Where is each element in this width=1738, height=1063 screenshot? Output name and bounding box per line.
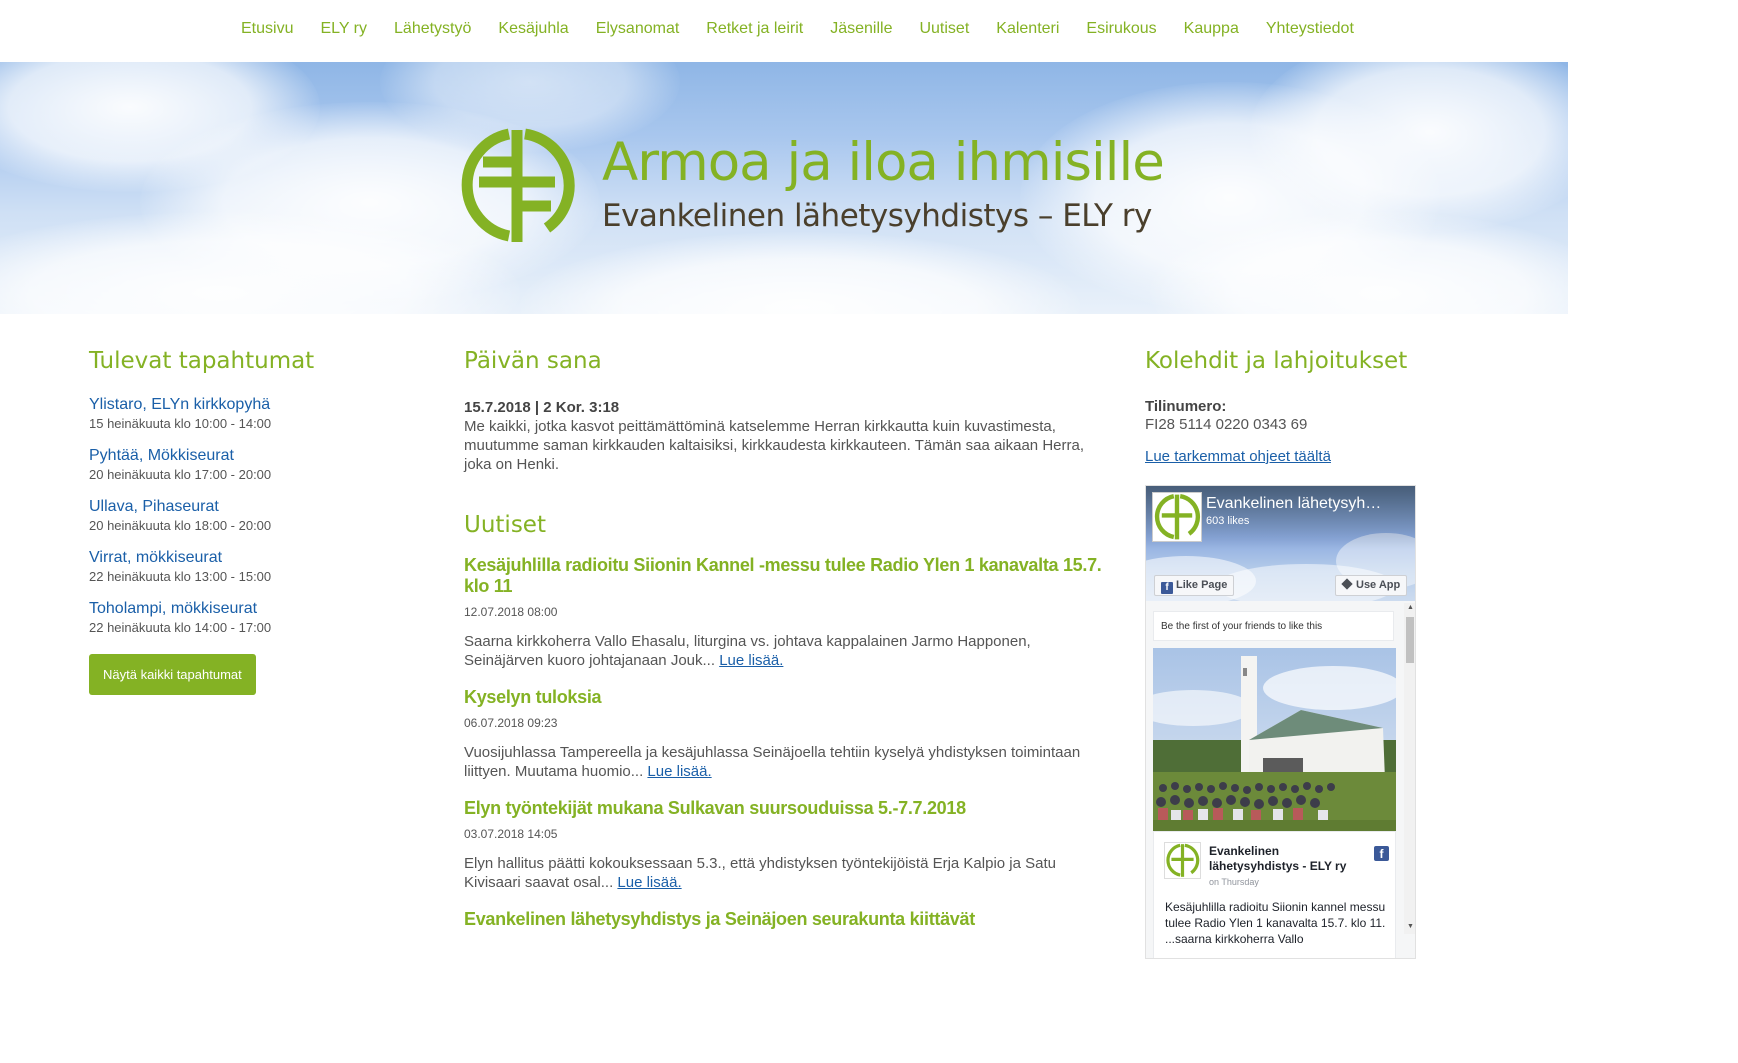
donation-instructions-link[interactable]: Lue tarkemmat ohjeet täältä — [1145, 448, 1417, 465]
news-excerpt: Vuosijuhlassa Tampereella ja kesäjuhlass… — [464, 743, 1114, 781]
nav-item-kesajuhla[interactable]: Kesäjuhla — [498, 20, 568, 38]
main-content: Päivän sana 15.7.2018 | 2 Kor. 3:18 Me k… — [464, 348, 1114, 930]
read-more-link[interactable]: Lue lisää. — [617, 874, 681, 891]
event-link[interactable]: Virrat, mökkiseurat — [89, 549, 409, 567]
nav-item-uutiset[interactable]: Uutiset — [919, 20, 969, 38]
event-item: Ylistaro, ELYn kirkkopyhä 15 heinäkuuta … — [89, 396, 409, 447]
scroll-up-arrow-icon[interactable]: ▲ — [1407, 604, 1414, 611]
show-all-events-button[interactable]: Näytä kaikki tapahtumat — [89, 654, 256, 695]
site-subtitle: Evankelinen lähetysyhdistys – ELY ry — [602, 198, 1152, 234]
events-heading: Tulevat tapahtumat — [89, 348, 315, 374]
news-item: Kesäjuhlilla radioitu Siionin Kannel -me… — [464, 555, 1114, 670]
facebook-like-count: 603 likes — [1206, 515, 1250, 527]
nav-item-elysanomat[interactable]: Elysanomat — [596, 20, 680, 38]
news-item: Kyselyn tuloksia 06.07.2018 09:23 Vuosij… — [464, 687, 1114, 781]
ely-cross-logo-icon — [1166, 843, 1200, 877]
ely-cross-logo-icon — [1154, 494, 1201, 540]
event-time: 22 heinäkuuta klo 14:00 - 17:00 — [89, 620, 272, 635]
verse-text: Me kaikki, jotka kasvot peittämättöminä … — [464, 418, 1084, 473]
upcoming-events: Tulevat tapahtumat Ylistaro, ELYn kirkko… — [89, 348, 409, 695]
news-item: Elyn työntekijät mukana Sulkavan suursou… — [464, 798, 1114, 892]
news-excerpt: Saarna kirkkoherra Vallo Ehasalu, liturg… — [464, 632, 1114, 670]
account-number: FI28 5114 0220 0343 69 — [1145, 416, 1308, 433]
news-date: 06.07.2018 09:23 — [464, 716, 558, 730]
news-date: 12.07.2018 08:00 — [464, 605, 558, 619]
news-title-link[interactable]: Kyselyn tuloksia — [464, 687, 1114, 708]
nav-item-lahetystyo[interactable]: Lähetystyö — [394, 20, 471, 38]
event-link[interactable]: Toholampi, mökkiseurat — [89, 600, 409, 618]
event-item: Ullava, Pihaseurat 20 heinäkuuta klo 18:… — [89, 498, 409, 549]
ely-cross-logo-icon[interactable] — [457, 126, 577, 246]
facebook-post-author[interactable]: Evankelinen lähetysyhdistys - ELY ry — [1209, 844, 1369, 874]
scroll-thumb[interactable] — [1406, 617, 1414, 663]
nav-item-esirukous[interactable]: Esirukous — [1086, 20, 1156, 38]
scroll-down-arrow-icon[interactable]: ▼ — [1407, 923, 1414, 930]
nav-menu: Etusivu ELY ry Lähetystyö Kesäjuhla Elys… — [241, 20, 1381, 38]
donations-section: Kolehdit ja lahjoitukset Tilinumero: FI2… — [1145, 348, 1417, 465]
news-title-link[interactable]: Evankelinen lähetysyhdistys ja Seinäjoen… — [464, 909, 1114, 930]
nav-item-ely-ry[interactable]: ELY ry — [320, 20, 367, 38]
events-list: Ylistaro, ELYn kirkkopyhä 15 heinäkuuta … — [89, 396, 409, 651]
news-item: Evankelinen lähetysyhdistys ja Seinäjoen… — [464, 909, 1114, 930]
event-time: 20 heinäkuuta klo 18:00 - 20:00 — [89, 518, 272, 533]
app-box-icon — [1341, 578, 1353, 590]
facebook-post-avatar[interactable] — [1164, 842, 1201, 879]
hero-banner: Armoa ja iloa ihmisille Evankelinen lähe… — [0, 62, 1568, 314]
event-time: 15 heinäkuuta klo 10:00 - 14:00 — [89, 416, 272, 431]
facebook-page-widget: Evankelinen lähetysyh… 603 likes f Like P… — [1145, 485, 1416, 959]
facebook-page-name[interactable]: Evankelinen lähetysyh… — [1206, 495, 1381, 513]
top-navigation: Etusivu ELY ry Lähetystyö Kesäjuhla Elys… — [0, 0, 1568, 62]
facebook-like-page-button[interactable]: f Like Page — [1154, 575, 1235, 596]
read-more-link[interactable]: Lue lisää. — [719, 652, 783, 669]
nav-item-yhteystiedot[interactable]: Yhteystiedot — [1266, 20, 1354, 38]
use-app-label: Use App — [1356, 579, 1401, 591]
facebook-feed-scrollbar[interactable]: ▲ ▼ — [1404, 603, 1415, 934]
event-item: Pyhtää, Mökkiseurat 20 heinäkuuta klo 17… — [89, 447, 409, 498]
verse-reference: 15.7.2018 | 2 Kor. 3:18 — [464, 399, 620, 416]
facebook-post-text: Kesäjuhlilla radioitu Siionin kannel mes… — [1165, 900, 1386, 946]
event-time: 20 heinäkuuta klo 17:00 - 20:00 — [89, 467, 272, 482]
event-item: Virrat, mökkiseurat 22 heinäkuuta klo 13… — [89, 549, 409, 600]
news-heading: Uutiset — [464, 512, 546, 538]
news-excerpt-text: Elyn hallitus päätti kokouksessaan 5.3.,… — [464, 855, 1056, 891]
event-time: 22 heinäkuuta klo 13:00 - 15:00 — [89, 569, 272, 584]
nav-item-etusivu[interactable]: Etusivu — [241, 20, 293, 38]
facebook-icon[interactable]: f — [1374, 846, 1389, 861]
event-link[interactable]: Ullava, Pihaseurat — [89, 498, 409, 516]
facebook-icon: f — [1161, 582, 1173, 594]
cloud-decoration — [520, 232, 1080, 314]
nav-item-retket-ja-leirit[interactable]: Retket ja leirit — [706, 20, 803, 38]
event-link[interactable]: Pyhtää, Mökkiseurat — [89, 447, 409, 465]
nav-item-jasenille[interactable]: Jäsenille — [830, 20, 892, 38]
facebook-post: Evankelinen lähetysyhdistys - ELY ry on … — [1153, 831, 1396, 958]
read-more-link[interactable]: Lue lisää. — [647, 763, 711, 780]
news-date: 03.07.2018 14:05 — [464, 827, 558, 841]
nav-item-kauppa[interactable]: Kauppa — [1184, 20, 1239, 38]
facebook-post-time[interactable]: on Thursday — [1209, 877, 1259, 887]
facebook-feed: Be the first of your friends to like thi… — [1146, 603, 1415, 958]
church-photo — [1153, 648, 1396, 831]
account-label: Tilinumero: — [1145, 398, 1227, 415]
facebook-page-avatar[interactable] — [1152, 492, 1202, 542]
news-title-link[interactable]: Elyn työntekijät mukana Sulkavan suursou… — [464, 798, 1114, 819]
facebook-use-app-button[interactable]: Use App — [1335, 575, 1408, 596]
news-excerpt-text: Vuosijuhlassa Tampereella ja kesäjuhlass… — [464, 744, 1081, 780]
site-title: Armoa ja iloa ihmisille — [602, 132, 1165, 193]
facebook-friends-notice: Be the first of your friends to like thi… — [1153, 611, 1394, 641]
verse-heading: Päivän sana — [464, 348, 602, 374]
event-item: Toholampi, mökkiseurat 22 heinäkuuta klo… — [89, 600, 409, 651]
event-link[interactable]: Ylistaro, ELYn kirkkopyhä — [89, 396, 409, 414]
nav-item-kalenteri[interactable]: Kalenteri — [996, 20, 1059, 38]
daily-verse: 15.7.2018 | 2 Kor. 3:18 Me kaikki, jotka… — [464, 398, 1114, 474]
donations-heading: Kolehdit ja lahjoitukset — [1145, 348, 1408, 374]
facebook-post-photo[interactable] — [1153, 648, 1396, 831]
news-title-link[interactable]: Kesäjuhlilla radioitu Siionin Kannel -me… — [464, 555, 1114, 597]
news-excerpt: Elyn hallitus päätti kokouksessaan 5.3.,… — [464, 854, 1114, 892]
like-page-label: Like Page — [1176, 579, 1228, 591]
